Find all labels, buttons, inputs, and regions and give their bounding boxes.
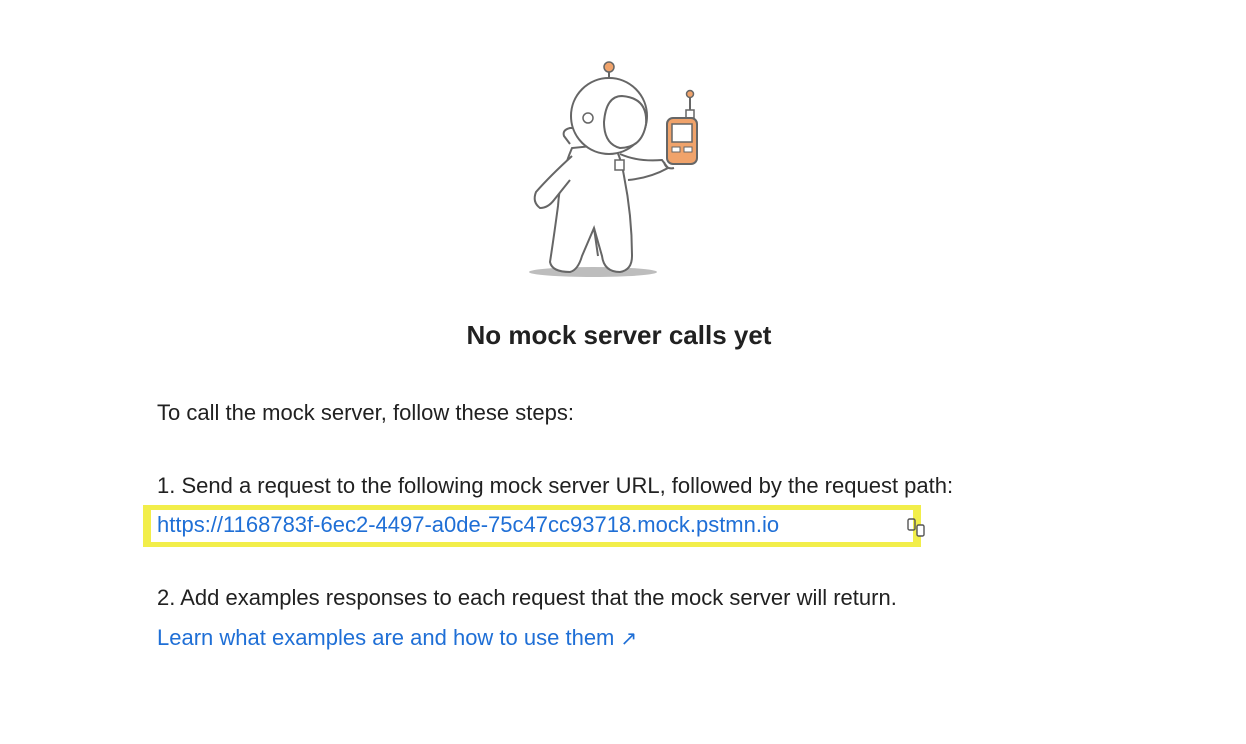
mock-server-url-link[interactable]: https://1168783f-6ec2-4497-a0de-75c47cc9… bbox=[157, 510, 779, 540]
instructions: To call the mock server, follow these st… bbox=[143, 398, 1157, 650]
external-link-arrow-icon: ↗ bbox=[620, 628, 638, 650]
instructions-intro: To call the mock server, follow these st… bbox=[157, 400, 574, 425]
step-2-text: 2. Add examples responses to each reques… bbox=[157, 585, 897, 610]
astronaut-illustration bbox=[520, 56, 720, 284]
learn-examples-link[interactable]: Learn what examples are and how to use t… bbox=[157, 623, 637, 654]
step-1-text: 1. Send a request to the following mock … bbox=[157, 473, 954, 498]
learn-examples-link-label: Learn what examples are and how to use t… bbox=[157, 625, 615, 650]
empty-state-title: No mock server calls yet bbox=[466, 320, 772, 350]
copy-icon[interactable] bbox=[906, 516, 930, 540]
